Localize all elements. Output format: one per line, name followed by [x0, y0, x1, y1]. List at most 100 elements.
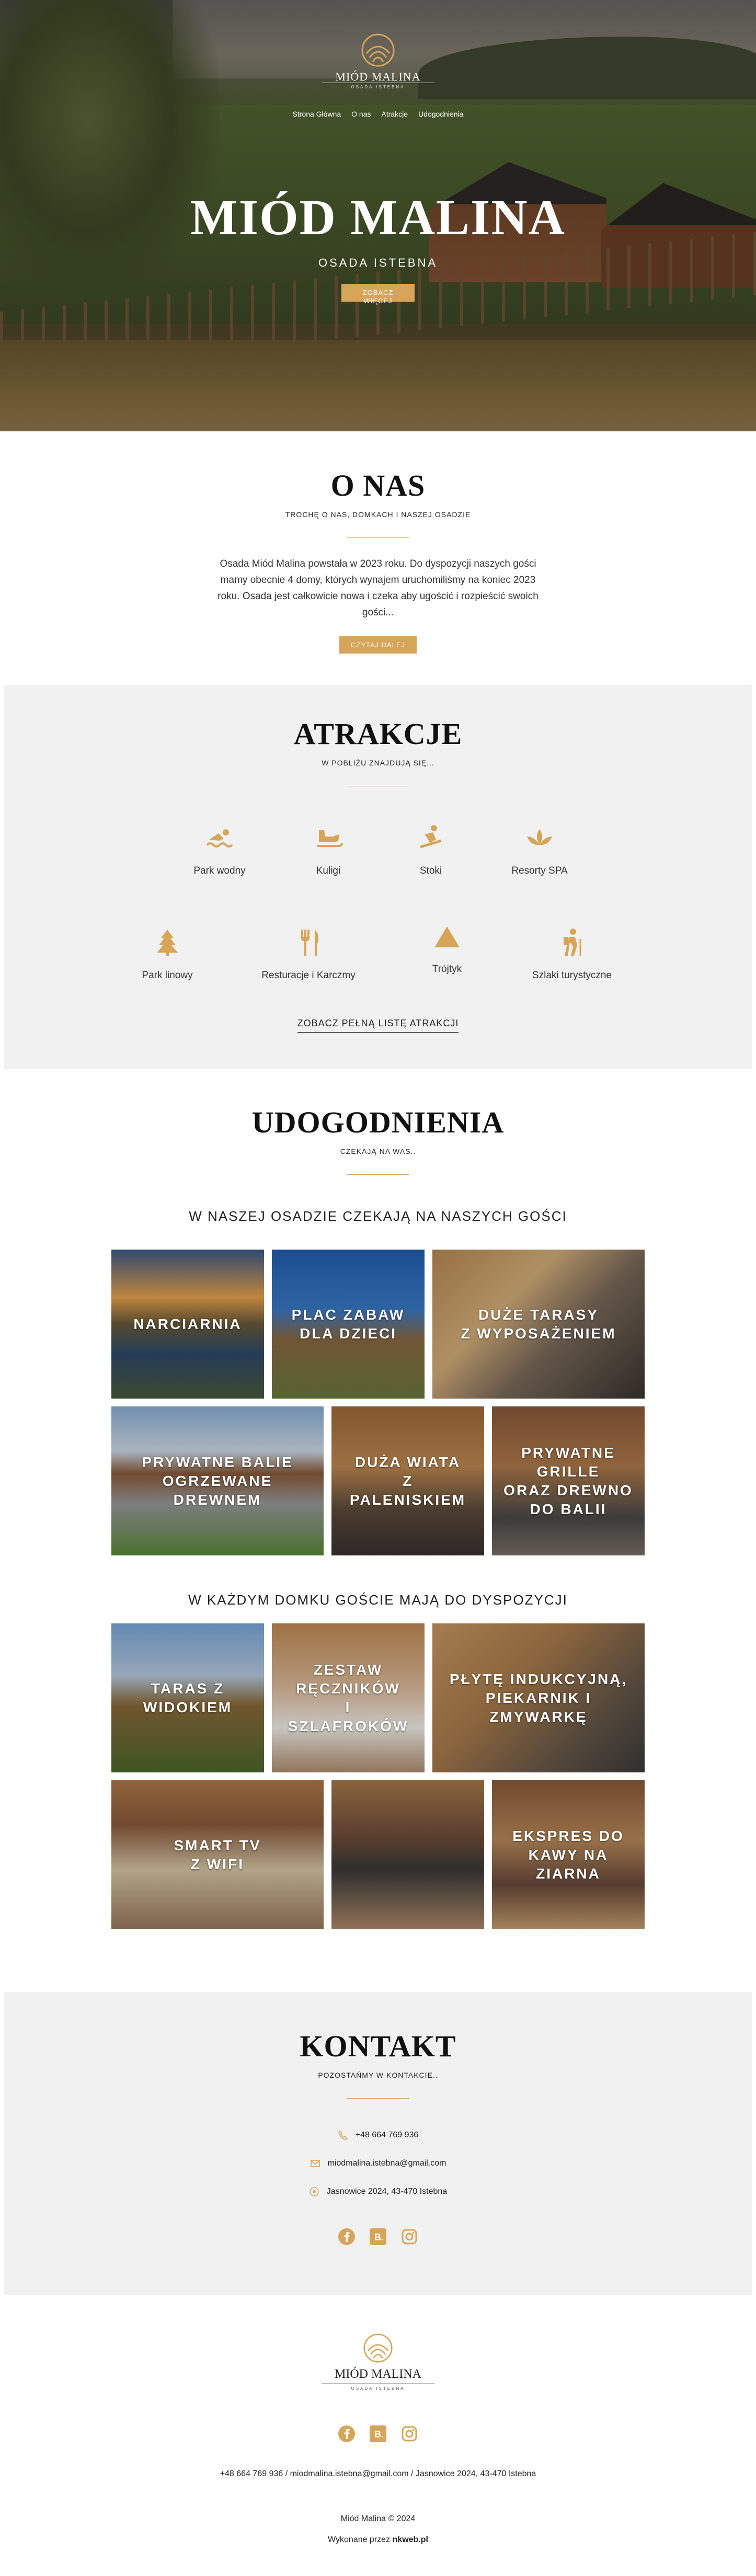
amenity-tile[interactable]: DUŻE TARASY Z WYPOSAŻENIEM — [432, 1250, 645, 1399]
booking-icon[interactable]: B. — [370, 2228, 386, 2245]
phone-icon — [338, 2130, 348, 2140]
attractions-title: ATRAKCJE — [293, 717, 463, 751]
attractions-section: ATRAKCJE W POBLIŻU ZNAJDUJĄ SIĘ... Park … — [4, 685, 752, 1069]
nav-item-about[interactable]: O nas — [351, 110, 371, 118]
attraction-label: Park wodny — [193, 865, 246, 876]
full-attractions-link[interactable]: ZOBACZ PEŁNĄ LISTĘ ATRAKCJI — [297, 1018, 459, 1033]
about-kicker: TROCHĘ O NAS, DOMKACH I NASZEJ OSADZIE — [285, 510, 471, 519]
svg-text:B.: B. — [374, 2429, 384, 2440]
amenities-group2-title: W KAŻDYM DOMKU GOŚCIE MAJĄ DO DYSPOZYCJI — [188, 1592, 568, 1608]
attraction-item[interactable]: Trójtyk — [395, 920, 499, 975]
facebook-icon[interactable] — [338, 2425, 355, 2442]
attraction-item[interactable]: Park wodny — [167, 822, 272, 877]
contact-phone-text: +48 664 769 936 — [355, 2131, 419, 2139]
sleigh-icon — [317, 830, 343, 847]
attraction-item[interactable]: Szlaki turystyczne — [520, 926, 624, 981]
attraction-item[interactable]: Kuligi — [276, 822, 381, 877]
main-nav: Strona Główna O nas Atrakcje Udogodnieni… — [0, 110, 756, 118]
attraction-label: Resorty SPA — [511, 865, 568, 876]
amenity-caption: PRYWATNE BALIE OGRZEWANE DREWNEM — [142, 1453, 293, 1508]
hero-title: MIÓD MALINA — [190, 189, 566, 245]
amenities-group1-title: W NASZEJ OSADZIE CZEKAJĄ NA NASZYCH GOŚC… — [189, 1208, 567, 1224]
nav-item-attractions[interactable]: Atrakcje — [381, 110, 408, 118]
triangle-icon — [434, 926, 460, 947]
contact-divider — [347, 2098, 409, 2099]
see-more-button[interactable]: ZOBACZ WIĘCEJ — [341, 284, 415, 305]
amenity-caption: EKSPRES DO KAWY NA ZIARNA — [512, 1827, 624, 1882]
footer-logo-icon[interactable] — [360, 2332, 396, 2364]
facebook-icon[interactable] — [338, 2228, 355, 2245]
logo-icon[interactable] — [357, 32, 399, 68]
about-section: O NAS TROCHĘ O NAS, DOMKACH I NASZEJ OSA… — [0, 431, 756, 685]
amenity-caption: DUŻE TARASY Z WYPOSAŻENIEM — [461, 1306, 616, 1342]
contact-social: B. — [4, 2228, 752, 2245]
footer-logo-name[interactable]: MIÓD MALINA — [0, 2367, 756, 2382]
amenity-caption: ZESTAW RĘCZNIKÓW I SZLAFROKÓW — [288, 1661, 409, 1734]
about-divider — [347, 537, 409, 538]
amenity-tile[interactable]: TARAS Z WIDOKIEM — [111, 1623, 264, 1772]
svg-text:B.: B. — [374, 2232, 384, 2242]
contact-address-text: Jasnowice 2024, 43-470 Istebna — [326, 2187, 448, 2196]
amenity-tile[interactable]: NARCIARNIA — [111, 1250, 264, 1399]
about-title: O NAS — [330, 468, 426, 502]
attraction-item[interactable]: Park linowy — [115, 926, 220, 981]
location-icon — [309, 2187, 319, 2196]
contact-title: KONTAKT — [300, 2029, 456, 2063]
contact-email[interactable]: miodmalina.istebna@gmail.com — [4, 2158, 752, 2169]
amenity-tile[interactable]: DUŻA WIATA Z PALENISKIEM — [331, 1406, 484, 1555]
amenity-tile[interactable]: PRYWATNE GRILLE ORAZ DREWNO DO BALII — [492, 1406, 645, 1555]
nav-item-amenities[interactable]: Udogodnienia — [418, 110, 463, 118]
amenity-tile[interactable]: PRYWATNE BALIE OGRZEWANE DREWNEM — [111, 1406, 324, 1555]
amenity-caption: PLAC ZABAW DLA DZIECI — [291, 1306, 405, 1342]
attraction-label: Kuligi — [316, 865, 341, 876]
snowboarder-icon — [420, 825, 442, 849]
logo-tagline: OSADA ISTEBNA — [351, 85, 405, 89]
footer-social: B. — [0, 2425, 756, 2442]
logo-name[interactable]: MIÓD MALINA — [0, 70, 756, 84]
swimmer-icon — [206, 829, 233, 848]
footer-copyright: Miód Malina © 2024 — [340, 2514, 416, 2523]
amenity-caption: DUŻA WIATA Z PALENISKIEM — [349, 1453, 466, 1508]
hero-content: MIÓD MALINA OSADA ISTEBNA Strona Główna … — [0, 0, 756, 431]
amenities-section: UDOGODNIENIA CZEKAJĄ NA WAS.. W NASZEJ O… — [0, 1069, 756, 1971]
booking-icon[interactable]: B. — [370, 2425, 386, 2442]
attraction-label: Trójtyk — [432, 964, 462, 975]
hiker-icon — [564, 929, 581, 956]
amenity-tile[interactable]: ZESTAW RĘCZNIKÓW I SZLAFROKÓW — [272, 1623, 425, 1772]
attraction-label: Resturacje i Karczmy — [261, 970, 356, 981]
hero-subtitle: OSADA ISTEBNA — [318, 256, 438, 269]
footer: MIÓD MALINA OSADA ISTEBNA B. +48 664 769… — [0, 2295, 756, 2576]
amenity-caption: NARCIARNIA — [133, 1315, 242, 1332]
footer-credit-link[interactable]: nkweb.pl — [393, 2535, 428, 2544]
attraction-label: Szlaki turystyczne — [532, 970, 612, 981]
attractions-kicker: W POBLIŻU ZNAJDUJĄ SIĘ... — [322, 759, 434, 767]
amenity-tile[interactable]: SMART TV Z WIFI — [111, 1780, 324, 1929]
contact-section: KONTAKT POZOSTAŃMY W KONTAKCIE.. +48 664… — [4, 1992, 752, 2295]
contact-phone[interactable]: +48 664 769 936 — [4, 2130, 752, 2140]
amenity-tile[interactable]: PLAC ZABAW DLA DZIECI — [272, 1250, 425, 1399]
amenity-caption: PRYWATNE GRILLE ORAZ DREWNO DO BALII — [503, 1444, 633, 1517]
attraction-item[interactable]: Resturacje i Karczmy — [246, 926, 371, 981]
tree-icon — [157, 930, 178, 956]
amenity-tile[interactable]: PŁYTĘ INDUKCYJNĄ, PIEKARNIK I ZMYWARKĘ — [432, 1623, 645, 1772]
footer-logo-tagline: OSADA ISTEBNA — [351, 2386, 405, 2391]
contact-address[interactable]: Jasnowice 2024, 43-470 Istebna — [4, 2186, 752, 2197]
mail-icon — [310, 2160, 320, 2167]
attraction-item[interactable]: Resorty SPA — [487, 822, 592, 877]
utensils-icon — [301, 930, 319, 956]
read-more-button[interactable]: CZYTAJ DALEJ — [339, 636, 417, 654]
amenities-kicker: CZEKAJĄ NA WAS.. — [340, 1147, 416, 1155]
amenity-caption: SMART TV Z WIFI — [174, 1837, 261, 1872]
attraction-label: Stoki — [419, 865, 442, 876]
hero-section: MIÓD MALINA OSADA ISTEBNA Strona Główna … — [0, 0, 756, 431]
amenities-title: UDOGODNIENIA — [251, 1105, 505, 1139]
attraction-item[interactable]: Stoki — [379, 822, 483, 877]
instagram-icon[interactable] — [401, 2425, 418, 2442]
amenity-tile[interactable]: EKSPRES DO KAWY NA ZIARNA — [492, 1780, 645, 1929]
footer-credit: Wykonane przez nkweb.pl — [0, 2535, 756, 2545]
nav-item-home[interactable]: Strona Główna — [293, 110, 341, 118]
instagram-icon[interactable] — [401, 2228, 418, 2245]
contact-kicker: POZOSTAŃMY W KONTAKCIE.. — [318, 2071, 438, 2079]
amenity-tile[interactable] — [331, 1780, 484, 1929]
amenities-divider — [347, 1174, 409, 1175]
